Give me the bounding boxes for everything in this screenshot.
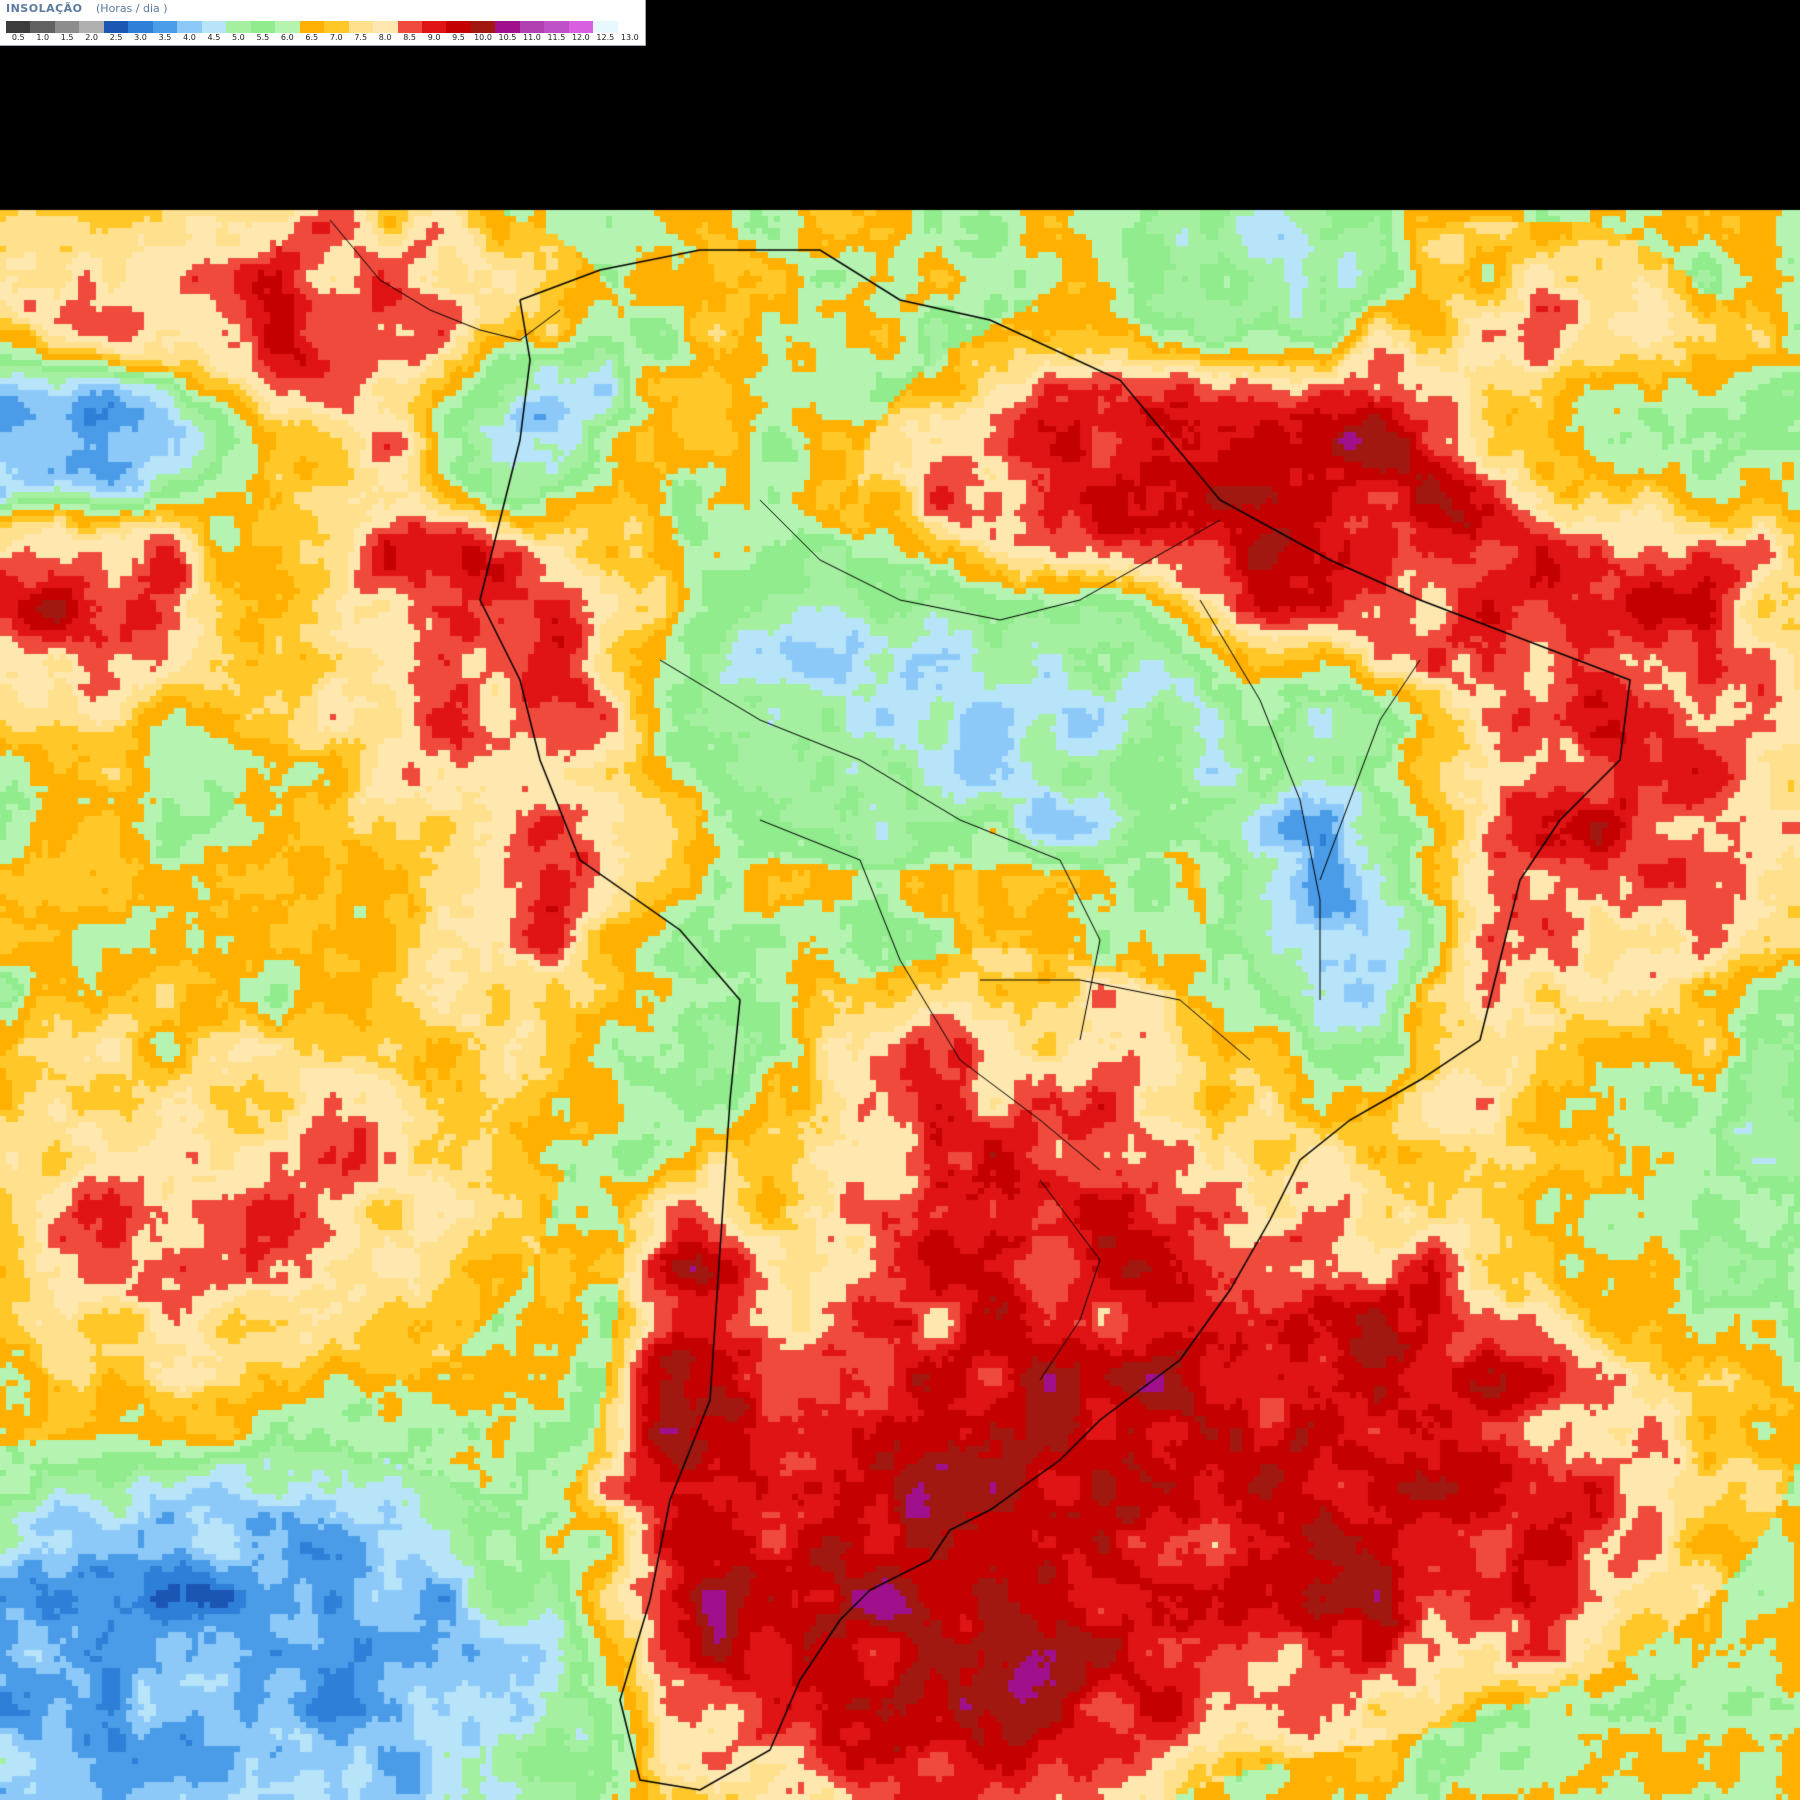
legend-swatch: [30, 21, 55, 33]
legend-tick-label: 3.0: [134, 33, 147, 42]
legend-tick-label: 6.0: [280, 33, 294, 42]
legend-tick-labels: 0.5 1.0 1.5 2.0 2.5 3.0 3.5 4.0 4.5 5.0 5.5 6.0 6.5 7…: [6, 33, 642, 44]
legend-swatch: [6, 21, 31, 33]
legend-swatch: [226, 21, 251, 33]
legend-tick-label: 13.0: [620, 33, 639, 42]
legend-swatch: [299, 21, 325, 33]
legend-tick-label: 2.0: [85, 33, 98, 42]
legend-tick-label: 3.5: [158, 33, 172, 42]
legend-swatch: [495, 21, 520, 33]
legend-tick-label: 12.5: [596, 33, 615, 42]
legend-tick-label: 10.5: [498, 33, 517, 42]
legend: INSOLAÇÃO (Horas / dia ) 0.5 1.0 1.5 2.0 2.5…: [0, 0, 646, 46]
legend-swatch: [446, 21, 471, 33]
legend-tick-label: 5.5: [256, 33, 270, 42]
legend-swatch: [324, 21, 349, 33]
legend-swatch: [593, 21, 618, 33]
legend-tick-label: 5.0: [232, 33, 245, 42]
legend-tick-label: 0.5: [11, 33, 25, 42]
legend-tick-label: 4.0: [183, 33, 196, 42]
legend-title: INSOLAÇÃO: [6, 2, 83, 15]
legend-tick-label: 8.0: [378, 33, 392, 42]
legend-tick-label: 9.0: [427, 33, 441, 42]
legend-tick-label: 1.0: [36, 33, 50, 42]
legend-tick-label: 11.5: [547, 33, 566, 42]
legend-swatch: [348, 21, 374, 33]
legend-tick-label: 7.5: [354, 33, 368, 42]
legend-swatch: [373, 21, 398, 33]
legend-swatch: [250, 21, 276, 33]
legend-swatch: [519, 21, 545, 33]
legend-unit: (Horas / dia ): [96, 2, 168, 15]
legend-swatch: [275, 21, 300, 33]
legend-swatch: [54, 21, 80, 33]
legend-tick-label: 4.5: [207, 33, 221, 42]
legend-swatch: [544, 21, 569, 33]
legend-tick-label: 12.0: [571, 33, 590, 42]
legend-swatch: [128, 21, 153, 33]
legend-swatch: [79, 21, 104, 33]
legend-tick-label: 6.5: [305, 33, 319, 42]
legend-tick-label: 8.5: [403, 33, 416, 42]
legend-swatch: [421, 21, 447, 33]
legend-swatch: [201, 21, 227, 33]
legend-swatch: [103, 21, 129, 33]
legend-swatch: [152, 21, 178, 33]
legend-tick-label: 10.0: [474, 33, 492, 42]
legend-tick-label: 11.0: [523, 33, 541, 42]
legend-swatch: [617, 21, 643, 33]
legend-tick-label: 2.5: [109, 33, 123, 42]
legend-swatch: [177, 21, 202, 33]
legend-swatch: [568, 21, 594, 33]
legend-tick-label: 1.5: [60, 33, 74, 42]
insolation-map: [0, 0, 1800, 1800]
legend-tick-label: 9.5: [452, 33, 465, 42]
legend-color-scale: [6, 21, 643, 33]
legend-tick-label: 7.0: [329, 33, 343, 42]
legend-swatch: [397, 21, 422, 33]
legend-swatch: [470, 21, 496, 33]
